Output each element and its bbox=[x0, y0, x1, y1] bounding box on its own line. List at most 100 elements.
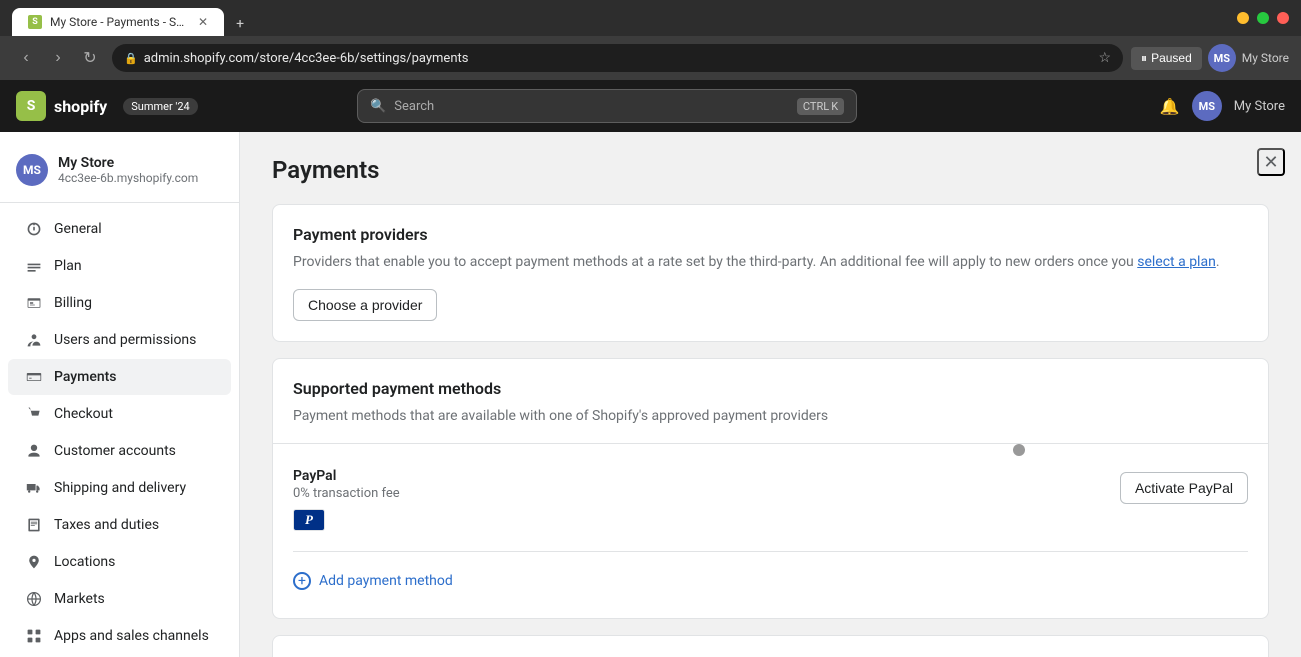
sidebar-item-users[interactable]: Users and permissions bbox=[8, 322, 231, 358]
sidebar-item-label: Locations bbox=[54, 554, 115, 570]
sidebar-item-locations[interactable]: Locations bbox=[8, 544, 231, 580]
page-title: Payments bbox=[272, 156, 1269, 184]
sidebar-item-payments[interactable]: Payments bbox=[8, 359, 231, 395]
add-payment-label: Add payment method bbox=[319, 573, 453, 589]
tab-favicon: S bbox=[28, 15, 42, 29]
summer-badge: Summer '24 bbox=[123, 98, 197, 115]
header-right: 🔔 MS My Store bbox=[1160, 91, 1285, 121]
plan-icon bbox=[24, 256, 44, 276]
shopify-logo[interactable]: S shopify bbox=[16, 91, 107, 121]
browser-tabs: S My Store - Payments - Shopify ✕ + bbox=[12, 0, 252, 36]
header-search: 🔍 Search CTRL K bbox=[357, 89, 857, 123]
minimize-button[interactable] bbox=[1237, 12, 1249, 24]
sidebar-item-checkout[interactable]: Checkout bbox=[8, 396, 231, 432]
activate-paypal-button[interactable]: Activate PayPal bbox=[1120, 472, 1248, 504]
methods-divider bbox=[273, 443, 1268, 444]
payment-providers-description: Providers that enable you to accept paym… bbox=[293, 252, 1248, 273]
paypal-icon-display: P bbox=[293, 509, 1108, 531]
search-shortcut: CTRL K bbox=[797, 98, 844, 115]
search-box[interactable]: 🔍 Search CTRL K bbox=[357, 89, 857, 123]
markets-icon bbox=[24, 589, 44, 609]
paypal-name: PayPal bbox=[293, 468, 1108, 484]
sidebar-item-plan[interactable]: Plan bbox=[8, 248, 231, 284]
close-window-button[interactable] bbox=[1277, 12, 1289, 24]
nav-buttons: ‹ › ↻ bbox=[12, 44, 104, 72]
choose-provider-button[interactable]: Choose a provider bbox=[293, 289, 437, 321]
sidebar-store-details: My Store 4cc3ee-6b.myshopify.com bbox=[58, 155, 198, 185]
shopify-logo-icon: S bbox=[16, 91, 46, 121]
header-store-name: My Store bbox=[1234, 99, 1285, 114]
sidebar-store-avatar: MS bbox=[16, 154, 48, 186]
paypal-letter: P bbox=[305, 512, 313, 528]
locations-icon bbox=[24, 552, 44, 572]
taxes-icon bbox=[24, 515, 44, 535]
payment-capture-card: Payment capture method Payments are auth… bbox=[272, 635, 1269, 657]
sidebar-item-label: Markets bbox=[54, 591, 105, 607]
shopify-logo-text: shopify bbox=[54, 97, 107, 116]
payment-providers-card: Payment providers Providers that enable … bbox=[272, 204, 1269, 342]
back-button[interactable]: ‹ bbox=[12, 44, 40, 72]
sidebar-item-taxes[interactable]: Taxes and duties bbox=[8, 507, 231, 543]
sidebar-item-label: General bbox=[54, 221, 102, 237]
sidebar-item-billing[interactable]: Billing bbox=[8, 285, 231, 321]
search-placeholder: Search bbox=[394, 99, 434, 114]
apps-channels-icon bbox=[24, 626, 44, 646]
browser-store-name: My Store bbox=[1242, 51, 1289, 65]
sidebar-item-label: Plan bbox=[54, 258, 82, 274]
bookmark-icon[interactable]: ☆ bbox=[1098, 50, 1111, 66]
sidebar-item-label: Shipping and delivery bbox=[54, 480, 186, 496]
sidebar-item-markets[interactable]: Markets bbox=[8, 581, 231, 617]
billing-icon bbox=[24, 293, 44, 313]
app-header: S shopify Summer '24 🔍 Search CTRL K 🔔 M… bbox=[0, 80, 1301, 132]
paypal-divider bbox=[293, 551, 1248, 552]
browser-chrome: S My Store - Payments - Shopify ✕ + bbox=[0, 0, 1301, 36]
url-bar[interactable]: 🔒 admin.shopify.com/store/4cc3ee-6b/sett… bbox=[112, 44, 1123, 72]
active-tab[interactable]: S My Store - Payments - Shopify ✕ bbox=[12, 8, 224, 36]
address-right-controls: ⏸ Paused MS My Store bbox=[1131, 44, 1289, 72]
window-controls bbox=[1237, 12, 1289, 24]
tab-title: My Store - Payments - Shopify bbox=[50, 15, 190, 29]
close-button[interactable]: ✕ bbox=[1257, 148, 1285, 176]
notification-button[interactable]: 🔔 bbox=[1160, 97, 1180, 116]
url-text: admin.shopify.com/store/4cc3ee-6b/settin… bbox=[144, 51, 469, 66]
paypal-info: PayPal 0% transaction fee P bbox=[293, 468, 1108, 531]
paypal-section: PayPal 0% transaction fee P Activate Pay… bbox=[293, 460, 1248, 539]
tab-close-icon[interactable]: ✕ bbox=[198, 15, 208, 29]
sidebar-item-customer-accounts[interactable]: Customer accounts bbox=[8, 433, 231, 469]
supported-methods-title: Supported payment methods bbox=[293, 379, 1248, 398]
sidebar: MS My Store 4cc3ee-6b.myshopify.com Gene… bbox=[0, 132, 240, 657]
address-bar: ‹ › ↻ 🔒 admin.shopify.com/store/4cc3ee-6… bbox=[0, 36, 1301, 80]
paypal-logo-badge: P bbox=[293, 509, 325, 531]
users-icon bbox=[24, 330, 44, 350]
profile-avatar[interactable]: MS bbox=[1208, 44, 1236, 72]
paypal-fee: 0% transaction fee bbox=[293, 486, 1108, 501]
payment-providers-title: Payment providers bbox=[293, 225, 1248, 244]
sidebar-item-shipping[interactable]: Shipping and delivery bbox=[8, 470, 231, 506]
maximize-button[interactable] bbox=[1257, 12, 1269, 24]
paused-button[interactable]: ⏸ Paused bbox=[1131, 47, 1202, 70]
add-payment-method[interactable]: + Add payment method bbox=[293, 564, 1248, 598]
refresh-button[interactable]: ↻ bbox=[76, 44, 104, 72]
sidebar-item-label: Users and permissions bbox=[54, 332, 196, 348]
payments-icon bbox=[24, 367, 44, 387]
supported-methods-description: Payment methods that are available with … bbox=[293, 406, 1248, 427]
forward-button[interactable]: › bbox=[44, 44, 72, 72]
header-avatar[interactable]: MS bbox=[1192, 91, 1222, 121]
content-area: ✕ Payments Payment providers Providers t… bbox=[240, 132, 1301, 657]
lock-icon: 🔒 bbox=[124, 52, 138, 65]
sidebar-item-label: Billing bbox=[54, 295, 92, 311]
new-tab-button[interactable]: + bbox=[228, 12, 252, 36]
sidebar-item-label: Customer accounts bbox=[54, 443, 176, 459]
sidebar-item-label: Taxes and duties bbox=[54, 517, 159, 533]
checkout-icon bbox=[24, 404, 44, 424]
sidebar-item-label: Payments bbox=[54, 369, 117, 385]
main-layout: MS My Store 4cc3ee-6b.myshopify.com Gene… bbox=[0, 132, 1301, 657]
sidebar-item-label: Checkout bbox=[54, 406, 113, 422]
shipping-icon bbox=[24, 478, 44, 498]
add-payment-icon: + bbox=[293, 572, 311, 590]
supported-methods-card: Supported payment methods Payment method… bbox=[272, 358, 1269, 619]
sidebar-item-general[interactable]: General bbox=[8, 211, 231, 247]
general-icon bbox=[24, 219, 44, 239]
select-a-plan-link[interactable]: select a plan bbox=[1137, 254, 1216, 270]
sidebar-item-apps-channels[interactable]: Apps and sales channels bbox=[8, 618, 231, 654]
